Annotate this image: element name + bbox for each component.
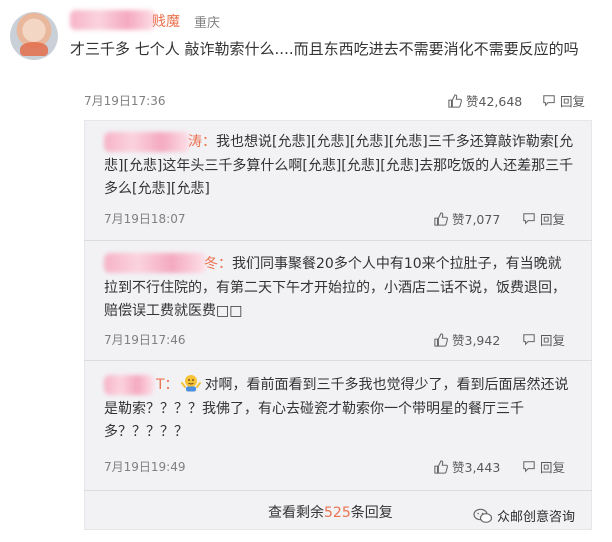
watermark: 众邮创意咨询	[473, 506, 575, 525]
reply-3-reply-button[interactable]: 回复	[522, 457, 565, 476]
reply-3-name-tail[interactable]: T：	[156, 377, 179, 393]
reply-1-reply-label: 回复	[540, 212, 566, 227]
reply-3-time: 7月19日19:49	[104, 460, 186, 474]
reply-icon	[523, 334, 535, 346]
reply-2-reply-label: 回复	[540, 333, 566, 348]
reply-divider	[84, 490, 592, 491]
remaining-count: 525	[324, 505, 351, 521]
reply-3-like-button[interactable]: 赞3,443	[434, 457, 500, 476]
username-tail[interactable]: 贱魔	[152, 11, 180, 31]
blurred-username	[70, 10, 156, 30]
reply-1-name-tail[interactable]: 涛：	[188, 134, 216, 150]
user-avatar[interactable]	[10, 12, 58, 60]
thumbs-up-icon	[434, 459, 448, 474]
view-more-prefix: 查看剩余	[268, 505, 324, 521]
reply-2-time: 7月19日17:46	[104, 333, 186, 347]
main-comment-text: 才三千多 七个人 敲诈勒索什么....而且东西吃进去不需要消化不需要反应的吗	[70, 40, 579, 58]
main-reply-label: 回复	[560, 94, 586, 109]
reply-2-name-tail[interactable]: 冬：	[204, 256, 232, 272]
reply-icon	[543, 95, 555, 107]
reply-1-text: 我也想说[允悲][允悲][允悲][允悲]三千多还算敲诈勒索[允悲][允悲]这年头…	[104, 134, 574, 197]
reply-divider	[84, 360, 592, 361]
reply-2-like-button[interactable]: 赞3,942	[434, 330, 500, 349]
main-like-count: 赞42,648	[466, 94, 523, 109]
watermark-text: 众邮创意咨询	[497, 510, 576, 525]
reply-3: T： 对啊，看前面看到三千多我也觉得少了，看到后面居然还说是勒索？？？？我佛了，有…	[104, 374, 574, 445]
reply-1-reply-button[interactable]: 回复	[522, 209, 565, 228]
reply-2-reply-button[interactable]: 回复	[522, 330, 565, 349]
reply-1: 涛：我也想说[允悲][允悲][允悲][允悲]三千多还算敲诈勒索[允悲][允悲]这…	[104, 131, 574, 202]
reply-2-like-count: 赞3,942	[452, 333, 501, 348]
reply-1-like-button[interactable]: 赞7,077	[434, 209, 500, 228]
location-label: 重庆	[194, 16, 221, 31]
thumbs-up-icon	[448, 93, 462, 108]
main-comment-time: 7月19日17:36	[84, 94, 166, 108]
view-more-suffix: 条回复	[350, 505, 393, 521]
reply-2-text: 我们同事聚餐20多个人中有10来个拉肚子，有当晚就拉到不行住院的，有第二天下午才…	[104, 256, 566, 319]
view-more-replies-link[interactable]: 查看剩余525条回复	[268, 502, 393, 522]
reply-3-like-count: 赞3,443	[452, 460, 501, 475]
reply-icon	[523, 213, 535, 225]
thumbs-up-icon	[434, 332, 448, 347]
thumbs-up-icon	[434, 211, 448, 226]
reply-icon	[523, 461, 535, 473]
reply-2: 冬：我们同事聚餐20多个人中有10来个拉肚子，有当晚就拉到不行住院的，有第二天下…	[104, 253, 574, 324]
main-like-button[interactable]: 赞42,648	[448, 91, 522, 110]
shrug-emoji-icon	[180, 375, 201, 392]
reply-1-like-count: 赞7,077	[452, 212, 501, 227]
reply-1-time: 7月19日18:07	[104, 212, 186, 226]
reply-divider	[84, 240, 592, 241]
wechat-icon	[473, 508, 493, 523]
main-reply-button[interactable]: 回复	[542, 91, 585, 110]
reply-3-reply-label: 回复	[540, 460, 566, 475]
